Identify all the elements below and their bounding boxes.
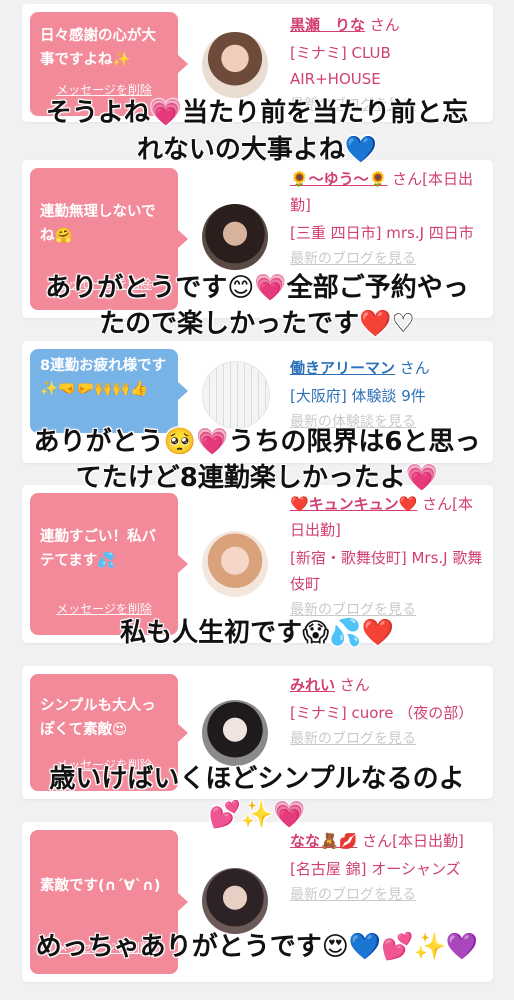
blog-link[interactable]: 最新のブログを見る: [290, 726, 486, 752]
sender-honorific: さん[本日出勤]: [362, 832, 464, 850]
sender-name[interactable]: 🌻〜ゆう〜🌻: [290, 170, 387, 188]
sender-shop[interactable]: [新宿・歌舞伎町] Mrs.J 歌舞伎町: [290, 545, 486, 597]
sender-info: みれい さん [ミナミ] cuore （夜の部） 最新のブログを見る: [290, 672, 486, 752]
caption-line: 歳いけばいくほどシンプルなるのよ: [49, 764, 465, 794]
caption-line: 💕✨💗: [208, 800, 306, 830]
caption-line: たので楽しかったです❤️♡: [99, 309, 415, 339]
sender-shop[interactable]: [ミナミ] CLUB AIR+HOUSE: [290, 40, 486, 92]
message-text: 連勤すごい！私バテてます💦: [40, 529, 156, 569]
caption-line: てたけど8連勤楽しかったよ💗: [75, 463, 439, 493]
avatar[interactable]: [202, 700, 268, 766]
avatar[interactable]: [202, 361, 270, 429]
message-text: 日々感謝の心が大事ですよね✨: [40, 28, 156, 68]
sender-name[interactable]: なな🧸💋: [290, 832, 357, 850]
sender-honorific: さん: [399, 359, 430, 377]
message-text: 8連勤お疲れ様です✨🤜🤛🙌🙌👍: [40, 358, 167, 397]
sender-info: 🌻〜ゆう〜🌻 さん[本日出勤] [三重 四日市] mrs.J 四日市 最新のブロ…: [290, 166, 486, 272]
sender-honorific: さん: [369, 16, 400, 34]
caption-line: めっちゃありがとうです😍💙💕✨💜: [35, 932, 479, 962]
caption-line: ありがとう🥺💗うちの限界は6と思っ: [33, 427, 481, 457]
sender-info: なな🧸💋 さん[本日出勤] [名古屋 錦] オーシャンズ 最新のブログを見る: [290, 828, 486, 908]
message-text: 連勤無理しないでね🤗: [40, 204, 156, 244]
sender-info: ❤️キュンキュン❤️ さん[本日出勤] [新宿・歌舞伎町] Mrs.J 歌舞伎町…: [290, 491, 486, 623]
sender-shop[interactable]: [ミナミ] cuore （夜の部）: [290, 700, 486, 726]
avatar[interactable]: [202, 868, 268, 934]
caption-line: 私も人生初です😱💦❤️: [120, 618, 394, 648]
caption-line: そうよね💗当たり前を当たり前と忘: [45, 98, 469, 128]
message-text: 素敵です(∩´∀`∩): [40, 878, 161, 894]
avatar[interactable]: [202, 204, 268, 270]
message-bubble: 8連勤お疲れ様です✨🤜🤛🙌🙌👍: [30, 349, 188, 433]
sender-name[interactable]: 働きアリーマン: [290, 359, 395, 377]
message-bubble: 連勤すごい！私バテてます💦 メッセージを削除: [30, 493, 188, 635]
sender-name[interactable]: ❤️キュンキュン❤️: [290, 495, 417, 513]
blog-link[interactable]: 最新のブログを見る: [290, 882, 486, 908]
avatar[interactable]: [202, 531, 268, 597]
blog-link[interactable]: 最新のブログを見る: [290, 246, 486, 272]
sender-shop[interactable]: [三重 四日市] mrs.J 四日市: [290, 220, 486, 246]
sender-name[interactable]: 黒瀬 りな: [290, 16, 365, 34]
caption-line: れないの大事よね💙: [136, 135, 378, 165]
sender-info: 働きアリーマン さん [大阪府] 体験談 9件 最新の体験談を見る: [290, 355, 486, 435]
avatar[interactable]: [202, 32, 268, 98]
message-text: シンプルも大人っぽくて素敵😍: [40, 698, 156, 738]
sender-name[interactable]: みれい: [290, 676, 335, 694]
sender-honorific: さん: [339, 676, 370, 694]
caption-line: ありがとうです😊💗全部ご予約やっ: [45, 273, 469, 303]
sender-shop[interactable]: [大阪府] 体験談 9件: [290, 383, 486, 409]
sender-shop[interactable]: [名古屋 錦] オーシャンズ: [290, 856, 486, 882]
